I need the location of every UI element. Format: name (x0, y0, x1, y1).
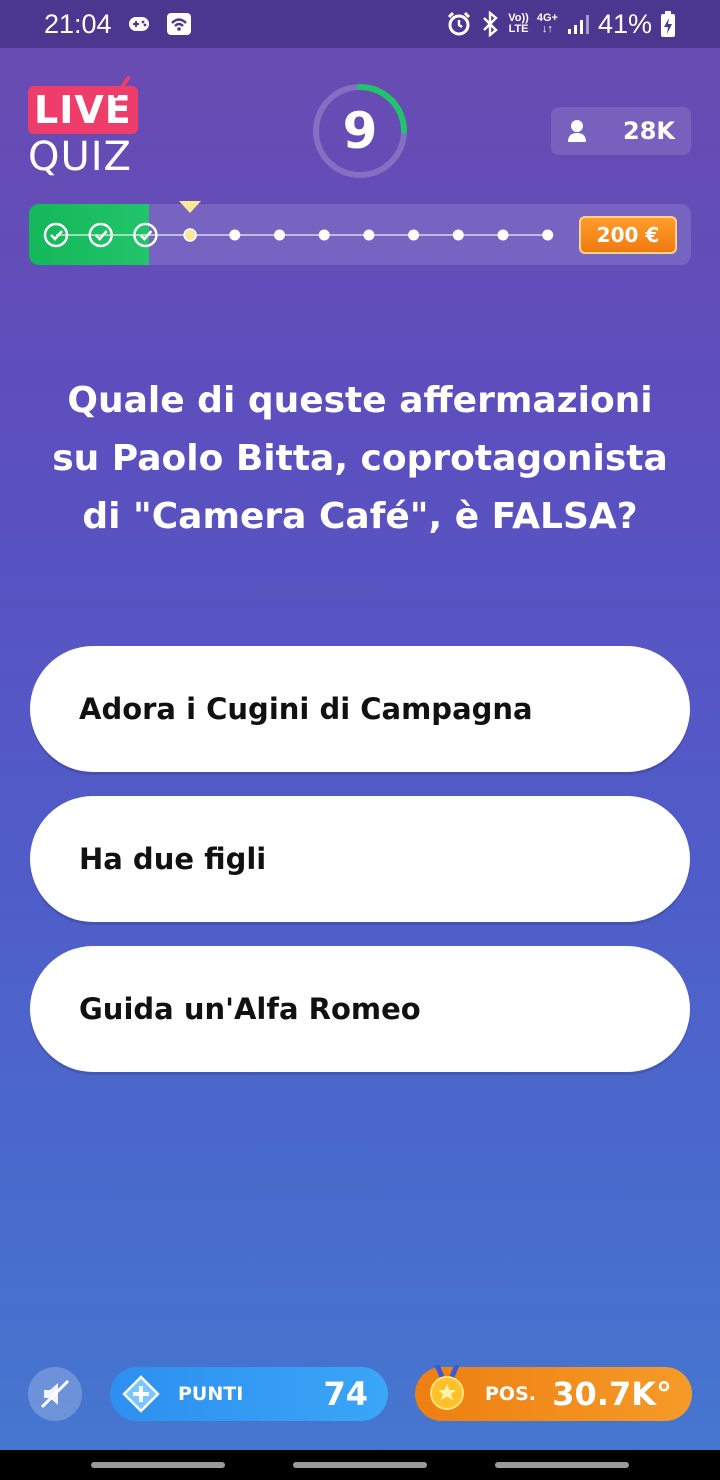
user-icon (568, 120, 586, 142)
status-bar: 21:04 Vo)) LTE 4G+ ↓↑ 41% (0, 0, 720, 48)
points-pill: PUNTI 74 (110, 1367, 388, 1421)
system-navigation-bar (0, 1450, 720, 1480)
battery-percent: 41% (597, 8, 652, 39)
nav-back-button[interactable] (495, 1462, 629, 1468)
answer-option-3[interactable]: Guida un'Alfa Romeo (30, 946, 690, 1072)
position-label: POS. (485, 1383, 536, 1405)
viewers-count: 28K (623, 117, 675, 145)
answer-option-1[interactable]: Adora i Cugini di Campagna (30, 646, 690, 772)
nav-recents-button[interactable] (91, 1462, 225, 1468)
plus-gem-icon (122, 1375, 160, 1413)
speaker-muted-icon (40, 1379, 70, 1409)
step-dot (274, 229, 285, 241)
current-step-marker-icon (179, 201, 201, 213)
position-pill: POS. 30.7K° (415, 1365, 692, 1421)
step-dot (408, 229, 420, 241)
live-quiz-logo: LIVE QUIZ (28, 86, 140, 180)
volte-indicator: Vo)) LTE (508, 12, 529, 35)
viewers-badge: 28K (551, 107, 691, 155)
position-value: 30.7K° (552, 1375, 672, 1413)
step-dot (542, 229, 554, 241)
timer-seconds: 9 (342, 102, 378, 160)
bluetooth-icon (483, 11, 499, 37)
nav-home-button[interactable] (293, 1462, 427, 1468)
alarm-icon (448, 11, 471, 36)
battery-charging-icon (661, 11, 675, 37)
question-text: Quale di queste affermazioni su Paolo Bi… (52, 380, 668, 537)
signal-icon (567, 15, 589, 34)
clock: 21:04 (44, 8, 112, 39)
points-value: 74 (323, 1375, 368, 1413)
prize-badge: 200 € (579, 216, 677, 254)
step-dot (318, 229, 330, 241)
medal-icon (430, 1365, 464, 1410)
gamepad-icon (128, 17, 149, 31)
logo-live: LIVE (28, 86, 138, 134)
mute-button[interactable] (28, 1367, 82, 1421)
step-dot (363, 229, 375, 241)
step-current-dot (183, 228, 197, 242)
answer-option-2[interactable]: Ha due figli (30, 796, 690, 922)
step-dot (452, 229, 464, 241)
step-dot (229, 229, 241, 241)
step-dot (497, 229, 509, 241)
data-indicator: 4G+ ↓↑ (536, 12, 558, 35)
points-label: PUNTI (178, 1383, 244, 1405)
logo-quiz: QUIZ (28, 134, 132, 180)
question-progress: 200 € (29, 204, 691, 265)
countdown-timer: 9 (311, 82, 409, 180)
wifi-icon (166, 13, 191, 35)
